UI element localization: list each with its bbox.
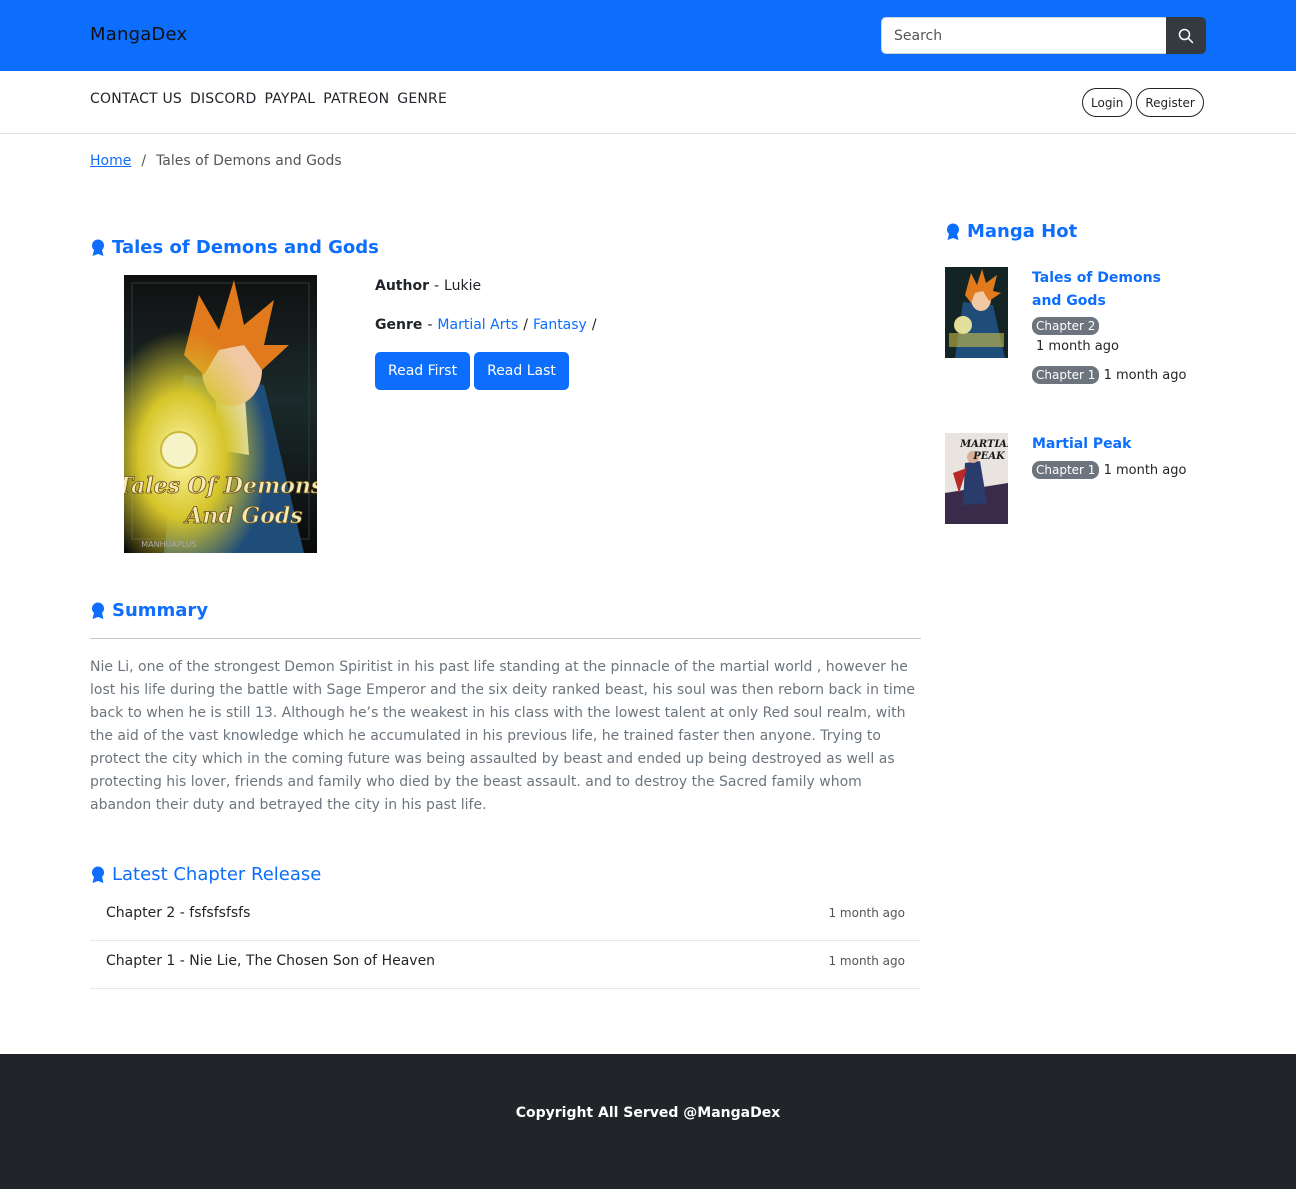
- chapter-list-item[interactable]: Chapter 2 - fsfsfsfsfs 1 month ago: [90, 893, 921, 941]
- search-input[interactable]: [881, 17, 1167, 54]
- nav-links: CONTACT US DISCORD PAYPAL PATREON GENRE: [90, 91, 447, 107]
- chapter-list-item[interactable]: Chapter 1 - Nie Lie, The Chosen Son of H…: [90, 941, 921, 989]
- award-icon: [92, 602, 104, 619]
- search-form: [881, 17, 1206, 54]
- thumb-caption-line1: MARTIAL: [959, 439, 1008, 450]
- search-button[interactable]: [1166, 17, 1206, 54]
- thumb-caption-line2: PEAK: [972, 451, 1006, 462]
- hot-manga-chapter-time: 1 month ago: [1103, 368, 1187, 383]
- genre-link-martial-arts[interactable]: Martial Arts: [437, 317, 518, 333]
- manga-cover-image: Tales Of Demons And Gods MANHUAPLUS: [124, 275, 317, 553]
- chapter-link[interactable]: Chapter 1 - Nie Lie, The Chosen Son of H…: [106, 953, 435, 969]
- genre-link-fantasy[interactable]: Fantasy: [533, 317, 587, 333]
- chapter-badge[interactable]: Chapter 1: [1032, 461, 1100, 479]
- summary-heading-text: Summary: [112, 600, 209, 621]
- breadcrumb-separator: /: [141, 153, 147, 169]
- manga-hot-heading: Manga Hot: [945, 221, 1077, 242]
- author-row: Author - Lukie: [375, 276, 597, 296]
- summary-text: Nie Li, one of the strongest Demon Spiri…: [90, 659, 916, 813]
- hot-manga-item: Tales of Demons and Gods Chapter 2 1 mon…: [945, 267, 1195, 397]
- hot-manga-chapter-time: 1 month ago: [1036, 339, 1119, 354]
- genre-label: Genre: [375, 317, 423, 333]
- cover-caption-line1: Tales Of Demons: [124, 473, 317, 499]
- chapter-link[interactable]: Chapter 2 - fsfsfsfsfs: [106, 905, 250, 921]
- genre-separator: /: [591, 317, 597, 333]
- summary-heading: Summary: [90, 600, 208, 621]
- hot-manga-title[interactable]: Martial Peak: [1032, 433, 1172, 456]
- nav-link-contact-us[interactable]: CONTACT US: [90, 91, 182, 107]
- hot-manga-thumbnail[interactable]: [945, 267, 1008, 358]
- manga-title-heading: Tales of Demons and Gods: [90, 237, 379, 258]
- manga-hot-heading-text: Manga Hot: [967, 221, 1078, 242]
- genre-dash: -: [427, 317, 433, 333]
- latest-chapters-heading: Latest Chapter Release: [90, 864, 321, 885]
- brand-logo[interactable]: MangaDex: [90, 24, 187, 45]
- hot-manga-chapter-row: Chapter 1 1 month ago: [1032, 366, 1186, 384]
- genre-separator: /: [523, 317, 528, 333]
- author-label: Author: [375, 278, 429, 294]
- award-icon: [92, 239, 104, 256]
- chapter-badge[interactable]: Chapter 1: [1032, 366, 1100, 384]
- nav-link-genre[interactable]: GENRE: [397, 91, 447, 107]
- chapter-time: 1 month ago: [828, 954, 905, 968]
- read-first-button[interactable]: Read First: [375, 352, 471, 390]
- hot-manga-chapter-row: Chapter 2: [1032, 317, 1100, 335]
- chapter-time: 1 month ago: [828, 906, 905, 920]
- cover-caption-line2: And Gods: [183, 503, 302, 529]
- login-button[interactable]: Login: [1082, 88, 1133, 117]
- read-last-button[interactable]: Read Last: [474, 352, 569, 390]
- nav-link-patreon[interactable]: PATREON: [323, 91, 389, 107]
- search-icon: [1178, 28, 1194, 43]
- auth-buttons: Login Register: [1082, 88, 1204, 117]
- chapter-badge[interactable]: Chapter 2: [1032, 317, 1100, 335]
- summary-divider: [90, 638, 921, 639]
- breadcrumb-current: Tales of Demons and Gods: [156, 153, 342, 169]
- register-button[interactable]: Register: [1136, 88, 1204, 117]
- hot-manga-title[interactable]: Tales of Demons and Gods: [1032, 267, 1172, 313]
- hot-manga-thumbnail[interactable]: MARTIAL PEAK: [945, 433, 1008, 524]
- nav-link-discord[interactable]: DISCORD: [190, 91, 257, 107]
- footer: Copyright All Served @MangaDex: [0, 1054, 1296, 1189]
- nav-link-paypal[interactable]: PAYPAL: [264, 91, 315, 107]
- secondary-nav: CONTACT US DISCORD PAYPAL PATREON GENRE …: [0, 71, 1296, 134]
- top-navbar: MangaDex: [0, 0, 1296, 71]
- footer-copyright: Copyright All Served @MangaDex: [515, 1105, 781, 1121]
- hot-manga-chapter-row: Chapter 1 1 month ago: [1032, 461, 1186, 479]
- hot-manga-item: MARTIAL PEAK Martial Peak Chapter 1 1 mo…: [945, 433, 1195, 524]
- author-value: Lukie: [444, 278, 482, 294]
- breadcrumb: Home / Tales of Demons and Gods: [90, 153, 342, 169]
- award-icon: [947, 223, 959, 240]
- chapter-list: Chapter 2 - fsfsfsfsfs 1 month ago Chapt…: [90, 893, 921, 989]
- cover-watermark: MANHUAPLUS: [141, 540, 197, 549]
- author-dash: -: [433, 278, 440, 294]
- latest-chapters-heading-text: Latest Chapter Release: [112, 864, 322, 885]
- read-buttons: Read First Read Last: [375, 352, 569, 390]
- manga-info: Author - Lukie Genre - Martial Arts / Fa…: [375, 276, 597, 354]
- award-icon: [92, 866, 104, 883]
- breadcrumb-home-link[interactable]: Home: [90, 153, 131, 169]
- genre-row: Genre - Martial Arts / Fantasy /: [375, 315, 597, 335]
- manga-title: Tales of Demons and Gods: [112, 237, 379, 258]
- hot-manga-chapter-time: 1 month ago: [1103, 463, 1187, 478]
